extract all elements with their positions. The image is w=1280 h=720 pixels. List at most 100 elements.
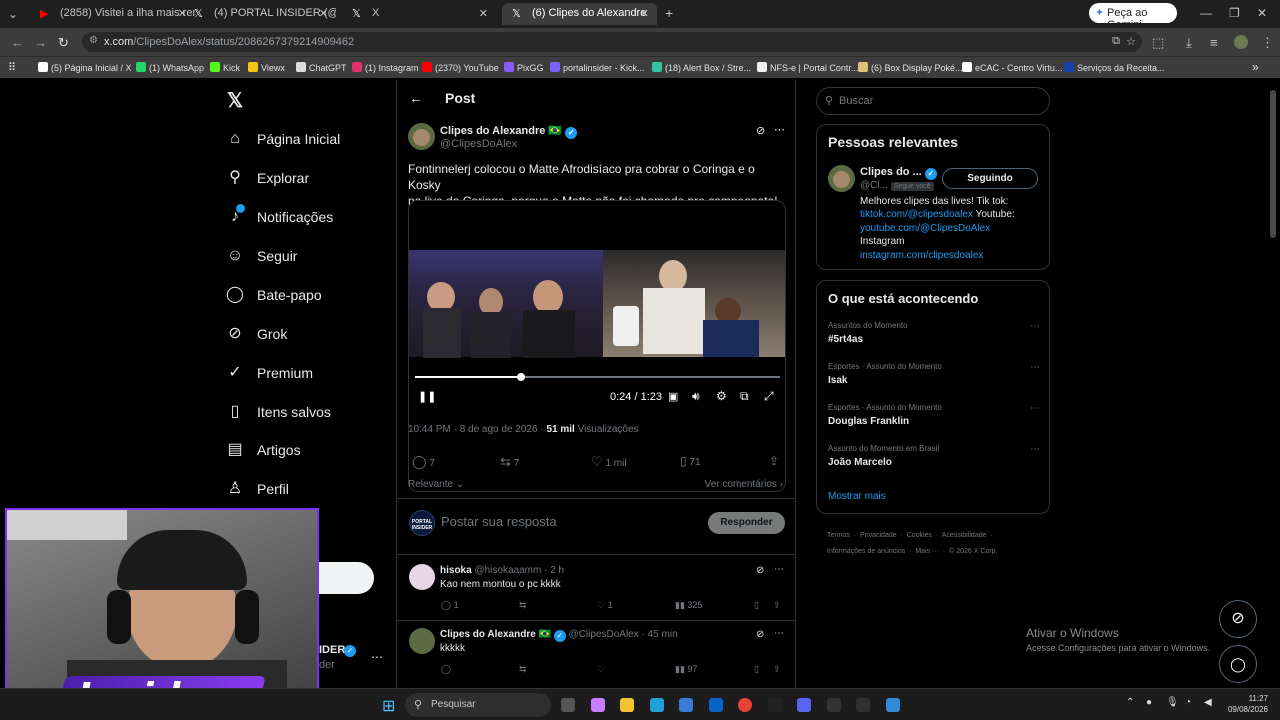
close-tab-icon[interactable]: ✕ (640, 7, 649, 20)
bookmark-item[interactable]: (1) WhatsApp (136, 62, 204, 73)
trend-more-icon[interactable]: ⋯ (1030, 321, 1040, 332)
trend-more-icon[interactable]: ⋯ (1030, 362, 1040, 373)
bookmark-item[interactable]: ChatGPT (296, 62, 347, 73)
reply-item[interactable]: hisoka @hisokaaamm · 2 h Kao nem montou … (397, 564, 795, 626)
capcut-icon[interactable] (767, 698, 782, 712)
trend-item[interactable]: Esportes · Assunto do Momento Isak ⋯ (828, 362, 1042, 398)
search-input[interactable]: ⚲ Buscar (816, 87, 1050, 115)
profile-avatar[interactable] (1234, 35, 1248, 49)
person-name[interactable]: Clipes do ... ✓ (860, 166, 937, 180)
bookmark-item[interactable]: (2370) YouTube (422, 62, 499, 73)
sidebar-item-explorar[interactable]: ⚲ Explorar (226, 167, 396, 197)
browser-tab[interactable]: ▶(2858) Visitei a ilha mais remota✕ (30, 3, 195, 25)
sidebar-item-bate-papo[interactable]: ◯ Bate-papo (226, 284, 396, 314)
like-action[interactable]: ♡ 1 mil (591, 454, 627, 470)
captions-icon[interactable]: ▣ (668, 390, 678, 403)
tray-app-icon[interactable]: ● (1146, 697, 1152, 708)
bookmark-item[interactable]: Viewx (248, 62, 285, 73)
reply-more-icon[interactable]: ⋯ (774, 628, 784, 639)
share-icon[interactable]: ⇪ (769, 454, 779, 468)
files-icon[interactable] (561, 698, 575, 712)
reply-more-icon[interactable]: ⋯ (774, 564, 784, 575)
copilot-icon[interactable] (590, 698, 605, 712)
settings-icon[interactable]: ⚙ (716, 389, 727, 403)
reply-item[interactable]: Clipes do Alexandre 🇧🇷 ✓ @ClipesDoAlex ·… (397, 628, 795, 690)
reply-avatar[interactable] (409, 564, 435, 590)
reply-author[interactable]: hisoka (440, 565, 472, 576)
microphone-icon[interactable]: 🎙︎ (1166, 697, 1179, 708)
following-button[interactable]: Seguindo (942, 168, 1038, 189)
reply-avatar[interactable] (409, 628, 435, 654)
share-icon[interactable]: ⇪ (773, 664, 781, 675)
outlook-icon[interactable] (708, 698, 723, 712)
discord-icon[interactable] (797, 698, 811, 712)
extensions-icon[interactable]: ⬚ (1152, 35, 1164, 51)
account-more-icon[interactable]: ⋯ (371, 650, 383, 664)
tiktok-link[interactable]: tiktok.com/@clipesdoalex (860, 209, 973, 220)
sidebar-item-grok[interactable]: ⊘ Grok (226, 323, 396, 353)
trend-more-icon[interactable]: ⋯ (1030, 403, 1040, 414)
edge-icon[interactable] (649, 698, 664, 712)
show-more-link[interactable]: Mostrar mais (828, 491, 886, 502)
bookmark-item[interactable]: (1) Instagram (352, 62, 419, 73)
tab-list-icon[interactable]: ⌄ (8, 7, 18, 21)
store-icon[interactable] (679, 698, 693, 712)
start-icon[interactable]: ⊞ (382, 696, 395, 716)
media-icon[interactable]: ≡ (1210, 35, 1218, 50)
url-field[interactable]: ⚙ x.com/ClipesDoAlex/status/208626737921… (82, 32, 1142, 52)
bookmark-item[interactable]: NFS-e | Portal Contr... (757, 62, 858, 73)
explorer-icon[interactable] (620, 698, 634, 712)
fullscreen-icon[interactable]: ⤢ (764, 389, 774, 404)
sidebar-item-artigos[interactable]: ▤ Artigos (226, 439, 396, 469)
grok-explain-icon[interactable]: ⊘ (756, 565, 764, 576)
chrome-icon[interactable] (738, 698, 752, 712)
sidebar-item-notificações[interactable]: ♪ Notificações (226, 204, 396, 236)
youtube-link[interactable]: youtube.com/@ClipesDoAlex (860, 222, 1046, 235)
repost-icon[interactable]: ⇆ (519, 664, 527, 675)
video-progress-track[interactable] (415, 373, 780, 381)
close-window-icon[interactable]: ✕ (1257, 6, 1267, 20)
grok-fab-icon[interactable]: ⊘ (1219, 600, 1257, 638)
new-tab-icon[interactable]: + (665, 5, 673, 21)
post-button[interactable] (319, 562, 374, 594)
x-logo-icon[interactable]: 𝕏 (227, 88, 243, 113)
bookmark-item[interactable]: eCAC - Centro Virtu... (962, 62, 1062, 73)
instagram-link[interactable]: instagram.com/clipesdoalex (860, 249, 1046, 262)
trend-item[interactable]: Esportes · Assunto do Momento Douglas Fra… (828, 403, 1042, 439)
bookmark-action[interactable]: ▯ 71 (680, 454, 701, 468)
like-action[interactable]: ♡ 1 (597, 600, 613, 611)
taskbar-search[interactable]: ⚲ Pesquisar (405, 693, 551, 717)
like-action[interactable]: ♡ (597, 664, 605, 675)
calendar-icon[interactable] (885, 698, 900, 712)
bookmark-icon[interactable]: ▯ (754, 664, 759, 675)
speaker-icon[interactable]: ◀ (1204, 697, 1212, 708)
sidebar-item-perfil[interactable]: ♙ Perfil (226, 478, 396, 508)
sidebar-item-seguir[interactable]: ☺ Seguir (226, 245, 396, 275)
bookmark-item[interactable]: PixGG (504, 62, 544, 73)
bookmark-item[interactable]: (18) Alert Box / Stre... (652, 62, 751, 73)
obs-icon[interactable] (856, 698, 870, 712)
sort-dropdown[interactable]: Relevante ⌄ (408, 479, 464, 490)
bookmark-item[interactable]: portalinsider - Kick... (550, 62, 645, 73)
author-avatar[interactable] (408, 123, 435, 150)
site-info-icon[interactable]: ⚙ (89, 35, 98, 46)
author-name[interactable]: Clipes do Alexandre 🇧🇷 ✓ (440, 124, 578, 139)
bookmark-item[interactable]: (6) Box Display Poké... (858, 62, 963, 73)
install-icon[interactable]: ⧉ (1112, 35, 1120, 48)
volume-icon[interactable]: 🔊︎ (692, 389, 700, 404)
pause-icon[interactable]: ❚❚ (418, 390, 436, 403)
grok-explain-icon[interactable]: ⊘ (756, 124, 765, 137)
reply-input[interactable]: Postar sua resposta (441, 514, 557, 529)
person-avatar[interactable] (828, 165, 855, 192)
see-comments-link[interactable]: Ver comentários › (705, 479, 783, 490)
close-tab-icon[interactable]: ✕ (479, 7, 488, 20)
bookmark-item[interactable]: (5) Página Inicial / X (38, 62, 132, 73)
bookmark-item[interactable]: Kick (210, 62, 240, 73)
reply-button[interactable]: Responder (708, 512, 785, 534)
trend-more-icon[interactable]: ⋯ (1030, 444, 1040, 455)
footer-line[interactable]: Termos · Privacidade · Cookies · Acessib… (827, 528, 998, 544)
views-action[interactable]: ▮▮ 97 (675, 664, 697, 675)
clock[interactable]: 11:27 09/08/2026 (1222, 693, 1268, 715)
minimize-icon[interactable]: — (1200, 6, 1212, 20)
trend-item[interactable]: Assuntos do Momento #5rt4as ⋯ (828, 321, 1042, 357)
